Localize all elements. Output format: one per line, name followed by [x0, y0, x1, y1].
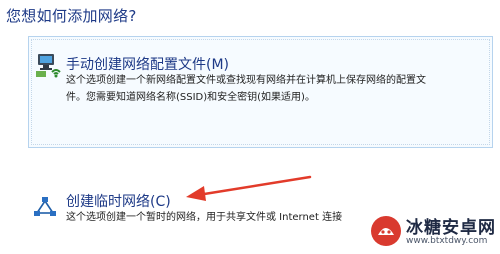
site-watermark: 冰糖安卓网 www.btxtdwy.com [366, 210, 500, 254]
watermark-logo-icon [371, 216, 401, 246]
watermark-url: www.btxtdwy.com [406, 236, 488, 246]
watermark-name: 冰糖安卓网 [406, 218, 496, 238]
